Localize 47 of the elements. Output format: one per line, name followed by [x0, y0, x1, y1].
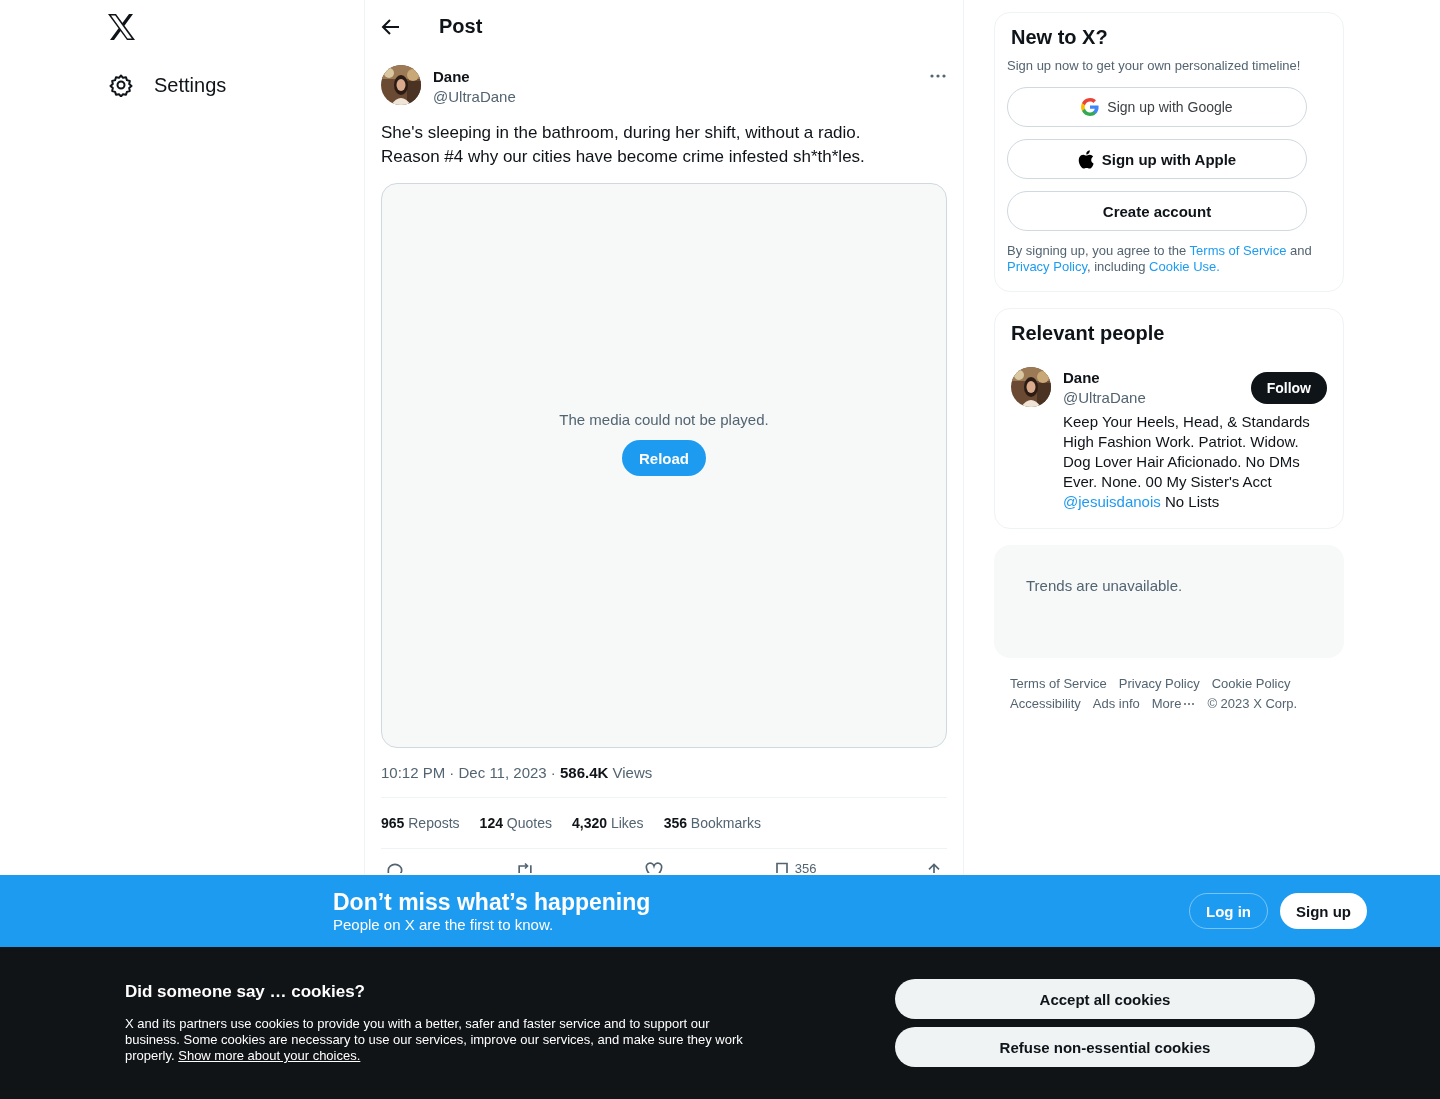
banner-subtitle: People on X are the first to know.	[333, 916, 555, 934]
x-logo[interactable]	[108, 14, 135, 40]
footer-link[interactable]: Privacy Policy	[1118, 674, 1200, 694]
footer-link[interactable]: Accessibility	[1010, 694, 1081, 714]
footer-link[interactable]: Terms of Service	[1010, 674, 1107, 694]
post-meta: 10:12 PM · Dec 11, 2023 · 586.4K Views	[381, 748, 947, 798]
person-name[interactable]: Dane	[1063, 368, 1146, 388]
person-bio: Keep Your Heels, Head, & Standards High Fashion Work. Patriot. Widow. Dog Lover Hair Aficionado. No DMs Ever. None. 00 My Sister's Acct @jesuisdanois No Lists	[1063, 412, 1311, 512]
stat-link[interactable]: 124 Quotes	[479, 815, 552, 831]
banner-title: Don’t miss what’s happening	[333, 888, 652, 916]
media-error-message: The media could not be played.	[559, 411, 769, 428]
signup-button[interactable]: Create account	[1007, 191, 1307, 231]
stat-link[interactable]: 356 Bookmarks	[663, 815, 761, 831]
author-name[interactable]: Dane	[433, 67, 917, 87]
stat-link[interactable]: 4,320 Likes	[572, 815, 644, 831]
nav-link[interactable]: Settings	[154, 73, 227, 97]
card-title: New to X?	[1011, 25, 1109, 49]
page-title: Post	[439, 15, 483, 38]
more-icon[interactable]	[1183, 702, 1196, 706]
stat-link[interactable]: 965 Reposts	[381, 815, 460, 831]
signup-button[interactable]: Sign up with Google	[1007, 87, 1307, 127]
heart-icon[interactable]	[644, 861, 665, 873]
apple-icon	[1077, 149, 1094, 169]
reply-icon[interactable]	[385, 861, 405, 873]
card-title: Relevant people	[1011, 321, 1166, 345]
signup-button[interactable]: Sign up	[1280, 893, 1367, 929]
google-icon	[1081, 98, 1100, 116]
settings-icon[interactable]	[109, 73, 133, 97]
person-handle[interactable]: @UltraDane	[1063, 388, 1146, 408]
cookie-text: X and its partners use cookies to provide you with a better, safer and faster service and to support our business. Some cookies are necessary to use our services, improve our services, and make sure they work properly. Show more about your choices.	[125, 1016, 744, 1064]
author-handle[interactable]: @UltraDane	[433, 87, 917, 107]
post-text: She's sleeping in the bathroom, during her shift, without a radio. Reason #4 why our cities have become crime infested sh*th*les.	[381, 122, 866, 168]
cookie-button[interactable]: Accept all cookies	[895, 979, 1315, 1019]
follow-button[interactable]: Follow	[1250, 372, 1327, 404]
copyright-text: © 2023 X Corp.	[1207, 695, 1298, 713]
trends-message: Trends are unavailable.	[1026, 577, 1183, 594]
signup-button[interactable]: Sign up with Apple	[1007, 139, 1307, 179]
footer-link[interactable]: Ads info	[1092, 694, 1140, 714]
cookie-button[interactable]: Refuse non-essential cookies	[895, 1027, 1315, 1067]
legal-text: By signing up, you agree to the Terms of Service and Privacy Policy, including Cookie Use.	[1007, 243, 1313, 275]
back-button[interactable]	[381, 16, 401, 37]
footer-link[interactable]: More	[1151, 694, 1182, 714]
action-count: 356	[794, 861, 817, 876]
cookie-title: Did someone say … cookies?	[125, 982, 366, 1002]
footer-link[interactable]: Cookie Policy	[1211, 674, 1291, 694]
card-subtitle: Sign up now to get your own personalized timeline!	[1007, 58, 1302, 73]
cookie-link[interactable]: Show more about your choices.	[178, 1048, 361, 1063]
